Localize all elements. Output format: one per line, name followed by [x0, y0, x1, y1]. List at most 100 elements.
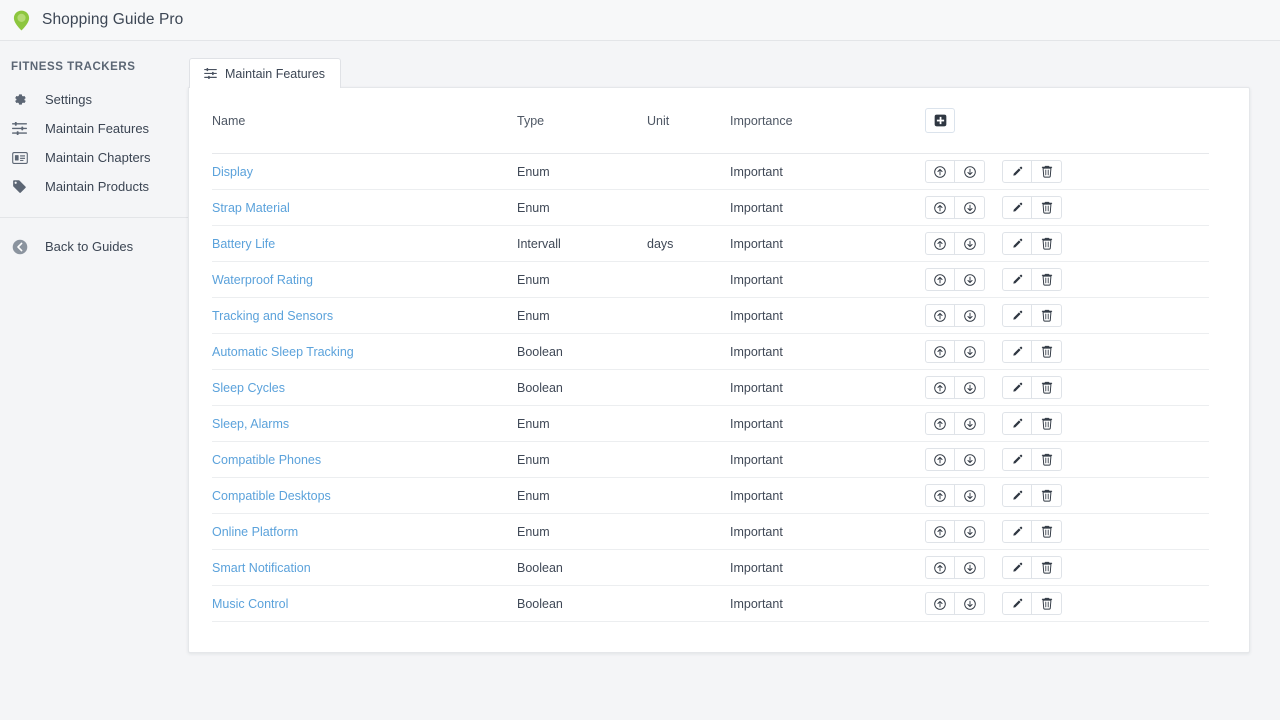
feature-name-link[interactable]: Online Platform	[212, 525, 298, 539]
cell-importance: Important	[730, 478, 925, 514]
edit-button-group	[1002, 520, 1062, 543]
move-up-button[interactable]	[925, 520, 955, 543]
cell-unit	[647, 190, 730, 226]
feature-name-link[interactable]: Display	[212, 165, 253, 179]
delete-button[interactable]	[1032, 520, 1062, 543]
feature-name-link[interactable]: Compatible Phones	[212, 453, 321, 467]
move-down-button[interactable]	[955, 196, 985, 219]
sidebar-item-maintain-chapters[interactable]: Maintain Chapters	[0, 143, 188, 172]
edit-button[interactable]	[1002, 304, 1032, 327]
edit-button[interactable]	[1002, 160, 1032, 183]
edit-button-group	[1002, 304, 1062, 327]
edit-button[interactable]	[1002, 592, 1032, 615]
edit-button[interactable]	[1002, 196, 1032, 219]
sidebar-item-back-to-guides[interactable]: Back to Guides	[0, 232, 188, 261]
move-down-button[interactable]	[955, 592, 985, 615]
cell-type: Boolean	[517, 334, 647, 370]
circle-arrow-down-icon	[964, 418, 976, 430]
move-down-button[interactable]	[955, 340, 985, 363]
feature-name-link[interactable]: Strap Material	[212, 201, 290, 215]
sidebar-item-maintain-features[interactable]: Maintain Features	[0, 114, 188, 143]
delete-button[interactable]	[1032, 484, 1062, 507]
edit-button-group	[1002, 376, 1062, 399]
cell-actions	[925, 190, 1209, 226]
edit-button-group	[1002, 196, 1062, 219]
delete-button[interactable]	[1032, 412, 1062, 435]
move-up-button[interactable]	[925, 232, 955, 255]
cell-importance: Important	[730, 334, 925, 370]
edit-button[interactable]	[1002, 448, 1032, 471]
delete-button[interactable]	[1032, 268, 1062, 291]
add-feature-button[interactable]	[925, 108, 955, 133]
cell-unit	[647, 406, 730, 442]
cell-type: Enum	[517, 514, 647, 550]
delete-button[interactable]	[1032, 232, 1062, 255]
move-up-button[interactable]	[925, 196, 955, 219]
move-down-button[interactable]	[955, 376, 985, 399]
trash-icon	[1041, 273, 1053, 286]
feature-name-link[interactable]: Sleep Cycles	[212, 381, 285, 395]
edit-button[interactable]	[1002, 412, 1032, 435]
edit-button[interactable]	[1002, 376, 1032, 399]
feature-name-link[interactable]: Sleep, Alarms	[212, 417, 289, 431]
move-up-button[interactable]	[925, 556, 955, 579]
move-up-button[interactable]	[925, 160, 955, 183]
delete-button[interactable]	[1032, 448, 1062, 471]
sidebar-item-settings[interactable]: Settings	[0, 85, 188, 114]
edit-button[interactable]	[1002, 232, 1032, 255]
move-down-button[interactable]	[955, 484, 985, 507]
feature-name-link[interactable]: Automatic Sleep Tracking	[212, 345, 354, 359]
move-down-button[interactable]	[955, 556, 985, 579]
edit-button[interactable]	[1002, 268, 1032, 291]
table-row: Automatic Sleep Tracking Boolean Importa…	[212, 334, 1209, 370]
delete-button[interactable]	[1032, 196, 1062, 219]
edit-button[interactable]	[1002, 520, 1032, 543]
move-up-button[interactable]	[925, 304, 955, 327]
delete-button[interactable]	[1032, 160, 1062, 183]
table-row: Battery Life Intervall days Important	[212, 226, 1209, 262]
move-down-button[interactable]	[955, 160, 985, 183]
circle-arrow-down-icon	[964, 382, 976, 394]
move-down-button[interactable]	[955, 268, 985, 291]
id-card-icon	[12, 152, 34, 164]
sidebar-divider	[0, 217, 188, 218]
move-down-button[interactable]	[955, 448, 985, 471]
edit-button[interactable]	[1002, 556, 1032, 579]
feature-name-link[interactable]: Music Control	[212, 597, 288, 611]
move-down-button[interactable]	[955, 304, 985, 327]
delete-button[interactable]	[1032, 592, 1062, 615]
sidebar-item-maintain-products[interactable]: Maintain Products	[0, 172, 188, 201]
feature-name-link[interactable]: Tracking and Sensors	[212, 309, 333, 323]
delete-button[interactable]	[1032, 304, 1062, 327]
move-up-button[interactable]	[925, 376, 955, 399]
delete-button[interactable]	[1032, 376, 1062, 399]
move-up-button[interactable]	[925, 268, 955, 291]
move-up-button[interactable]	[925, 412, 955, 435]
edit-button[interactable]	[1002, 340, 1032, 363]
feature-name-link[interactable]: Smart Notification	[212, 561, 311, 575]
move-up-button[interactable]	[925, 340, 955, 363]
feature-name-link[interactable]: Compatible Desktops	[212, 489, 331, 503]
delete-button[interactable]	[1032, 556, 1062, 579]
edit-button[interactable]	[1002, 484, 1032, 507]
circle-arrow-up-icon	[934, 310, 946, 322]
edit-button-group	[1002, 412, 1062, 435]
move-up-button[interactable]	[925, 448, 955, 471]
tab-maintain-features[interactable]: Maintain Features	[189, 58, 341, 88]
feature-name-link[interactable]: Battery Life	[212, 237, 275, 251]
app-header: Shopping Guide Pro	[0, 0, 1280, 41]
sidebar-item-label: Back to Guides	[45, 239, 133, 254]
cell-importance: Important	[730, 154, 925, 190]
back-circle-icon	[12, 239, 34, 255]
move-up-button[interactable]	[925, 484, 955, 507]
move-button-group	[925, 520, 985, 543]
gear-icon	[12, 92, 34, 107]
move-down-button[interactable]	[955, 520, 985, 543]
delete-button[interactable]	[1032, 340, 1062, 363]
move-down-button[interactable]	[955, 412, 985, 435]
circle-arrow-up-icon	[934, 454, 946, 466]
move-down-button[interactable]	[955, 232, 985, 255]
cell-importance: Important	[730, 190, 925, 226]
feature-name-link[interactable]: Waterproof Rating	[212, 273, 313, 287]
move-up-button[interactable]	[925, 592, 955, 615]
